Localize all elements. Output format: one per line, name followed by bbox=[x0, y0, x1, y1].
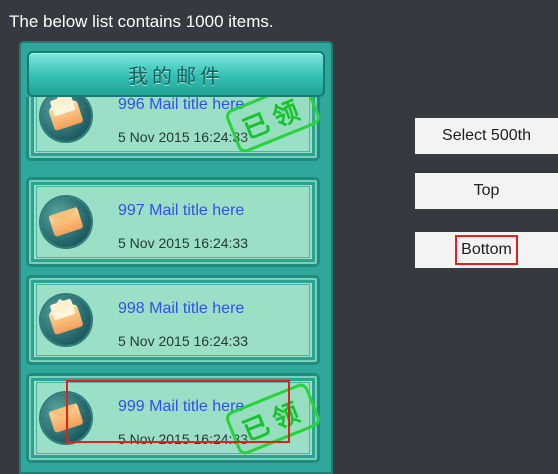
select-500th-button[interactable]: Select 500th bbox=[415, 118, 558, 154]
mail-date: 5 Nov 2015 16:24:33 bbox=[118, 333, 248, 349]
mail-date: 5 Nov 2015 16:24:33 bbox=[118, 129, 248, 145]
mail-list[interactable]: 996 Mail title here 5 Nov 2015 16:24:33 … bbox=[19, 97, 333, 474]
mail-list-item[interactable]: 999 Mail title here 5 Nov 2015 16:24:33 … bbox=[26, 373, 323, 463]
mail-list-item[interactable]: 998 Mail title here 5 Nov 2015 16:24:33 bbox=[26, 275, 320, 365]
mail-avatar bbox=[41, 393, 91, 443]
mail-list-item[interactable]: 996 Mail title here 5 Nov 2015 16:24:33 … bbox=[26, 97, 323, 161]
mail-envelope-icon bbox=[48, 402, 84, 434]
top-label: Top bbox=[473, 182, 500, 199]
bottom-button[interactable]: Bottom bbox=[415, 232, 558, 268]
mail-avatar bbox=[41, 197, 91, 247]
mail-panel: 我的邮件 996 Mail title here 5 Nov 2015 16:2… bbox=[19, 41, 333, 474]
mail-title: 999 Mail title here bbox=[118, 398, 245, 415]
mail-date: 5 Nov 2015 16:24:33 bbox=[118, 235, 248, 251]
mail-open-icon bbox=[44, 294, 84, 336]
mail-date: 5 Nov 2015 16:24:33 bbox=[118, 431, 248, 447]
mail-envelope-icon bbox=[48, 206, 84, 238]
bottom-label: Bottom bbox=[455, 235, 518, 265]
mail-title: 997 Mail title here bbox=[118, 202, 245, 219]
top-button[interactable]: Top bbox=[415, 173, 558, 209]
mail-list-item[interactable]: 997 Mail title here 5 Nov 2015 16:24:33 bbox=[26, 177, 320, 267]
list-caption: The below list contains 1000 items. bbox=[9, 12, 274, 31]
mail-panel-title: 我的邮件 bbox=[128, 63, 224, 88]
select-500th-label: Select 500th bbox=[442, 127, 531, 144]
mail-panel-header: 我的邮件 bbox=[27, 51, 325, 97]
mail-open-icon bbox=[44, 97, 84, 132]
mail-title: 996 Mail title here bbox=[118, 97, 245, 113]
mail-avatar bbox=[41, 294, 91, 345]
mail-title: 998 Mail title here bbox=[118, 300, 245, 317]
